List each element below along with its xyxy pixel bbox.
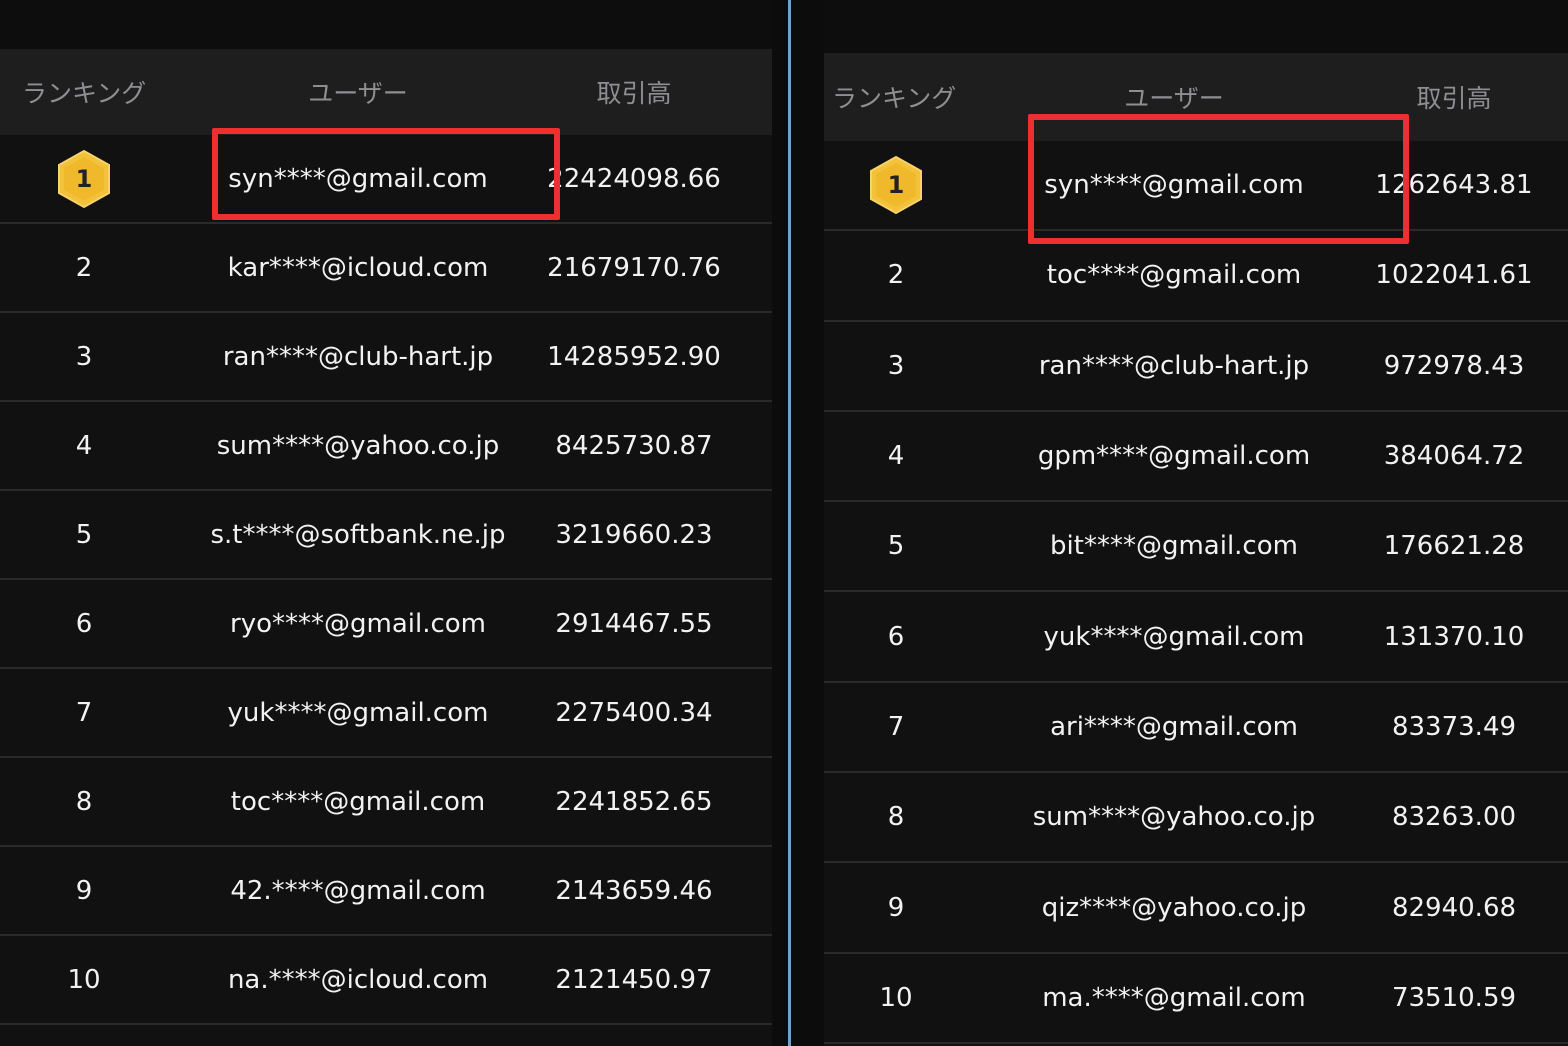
panel-divider <box>788 0 791 1046</box>
user-email: sum****@yahoo.co.jp <box>1032 802 1316 833</box>
table-row: 6 ryo****@gmail.com 2914467.55 <box>0 580 772 669</box>
rank-number: 9 <box>75 875 93 906</box>
rank-number: 5 <box>887 531 905 562</box>
table-header: ランキング ユーザー 取引高 <box>0 49 772 135</box>
trading-volume: 384064.72 <box>1383 441 1525 472</box>
user-email: ma.****@gmail.com <box>1042 982 1306 1013</box>
user-email: ran****@club-hart.jp <box>222 341 494 372</box>
table-row: 10 na.****@icloud.com 2121450.97 <box>0 936 772 1025</box>
left-ranking-panel: ランキング ユーザー 取引高 1 syn****@gmail.com 22424… <box>0 0 772 1046</box>
ranking-list: 1 syn****@gmail.com 22424098.66 2 kar***… <box>0 135 772 1025</box>
comparison-screenshot: ランキング ユーザー 取引高 1 syn****@gmail.com 22424… <box>0 0 1568 1046</box>
rank-header: ランキング <box>22 79 147 108</box>
user-email: syn****@gmail.com <box>1044 170 1304 201</box>
rank-header: ランキング <box>832 84 957 113</box>
top-strip <box>824 0 1568 53</box>
rank-number: 8 <box>887 802 905 833</box>
user-email: yuk****@gmail.com <box>1043 621 1305 652</box>
table-row: 8 toc****@gmail.com 2241852.65 <box>0 758 772 847</box>
trading-volume: 972978.43 <box>1383 350 1525 381</box>
trading-volume: 2241852.65 <box>555 786 713 817</box>
user-email: ryo****@gmail.com <box>230 608 486 639</box>
user-email: qiz****@yahoo.co.jp <box>1041 892 1307 923</box>
trading-volume: 2143659.46 <box>555 875 713 906</box>
rank-number: 3 <box>75 341 93 372</box>
rank-number: 5 <box>75 519 93 550</box>
rank-number: 3 <box>887 350 905 381</box>
table-row: 9 42.****@gmail.com 2143659.46 <box>0 847 772 936</box>
right-ranking-panel: ランキング ユーザー 取引高 1 syn****@gmail.com 12626… <box>824 0 1568 1046</box>
user-email: syn****@gmail.com <box>228 163 488 194</box>
trading-volume: 176621.28 <box>1383 531 1525 562</box>
trading-volume: 83373.49 <box>1391 711 1517 742</box>
top-strip <box>0 0 772 49</box>
table-row: 2 toc****@gmail.com 1022041.61 <box>824 231 1568 322</box>
user-email: toc****@gmail.com <box>1046 260 1302 291</box>
user-email: bit****@gmail.com <box>1050 531 1298 562</box>
rank-number: 10 <box>879 982 913 1013</box>
volume-header: 取引高 <box>1416 84 1492 113</box>
trading-volume: 2275400.34 <box>555 697 713 728</box>
rank-number: 4 <box>887 441 905 472</box>
trading-volume: 22424098.66 <box>547 163 721 194</box>
table-row: 9 qiz****@yahoo.co.jp 82940.68 <box>824 863 1568 954</box>
rank-number: 1 <box>75 164 93 193</box>
table-row: 7 ari****@gmail.com 83373.49 <box>824 683 1568 774</box>
trading-volume: 14285952.90 <box>547 341 721 372</box>
trading-volume: 2914467.55 <box>555 608 713 639</box>
rank-number: 2 <box>75 252 93 283</box>
rank-number: 7 <box>887 711 905 742</box>
user-header: ユーザー <box>308 79 408 108</box>
user-email: yuk****@gmail.com <box>227 697 489 728</box>
trading-volume: 2121450.97 <box>555 964 713 995</box>
user-email: gpm****@gmail.com <box>1037 441 1311 472</box>
user-email: kar****@icloud.com <box>227 252 489 283</box>
user-header: ユーザー <box>1124 84 1224 113</box>
ranking-list: 1 syn****@gmail.com 1262643.81 2 toc****… <box>824 141 1568 1044</box>
user-email: 42.****@gmail.com <box>230 875 486 906</box>
trading-volume: 1262643.81 <box>1375 170 1533 201</box>
table-row: 10 ma.****@gmail.com 73510.59 <box>824 954 1568 1044</box>
table-header: ランキング ユーザー 取引高 <box>824 53 1568 141</box>
trading-volume: 21679170.76 <box>547 252 721 283</box>
trading-volume: 3219660.23 <box>555 519 713 550</box>
trading-volume: 73510.59 <box>1391 982 1517 1013</box>
rank-number: 10 <box>67 964 101 995</box>
user-email: na.****@icloud.com <box>227 964 489 995</box>
table-row: 4 gpm****@gmail.com 384064.72 <box>824 412 1568 503</box>
gold-medal-icon: 1 <box>57 149 111 209</box>
table-row: 1 syn****@gmail.com 1262643.81 <box>824 141 1568 232</box>
table-row: 3 ran****@club-hart.jp 972978.43 <box>824 322 1568 412</box>
user-email: s.t****@softbank.ne.jp <box>210 519 506 550</box>
table-row: 5 s.t****@softbank.ne.jp 3219660.23 <box>0 491 772 580</box>
rank-number: 6 <box>887 621 905 652</box>
trading-volume: 131370.10 <box>1383 621 1525 652</box>
table-row: 7 yuk****@gmail.com 2275400.34 <box>0 669 772 758</box>
user-email: sum****@yahoo.co.jp <box>216 430 500 461</box>
user-email: toc****@gmail.com <box>230 786 486 817</box>
table-row: 5 bit****@gmail.com 176621.28 <box>824 502 1568 593</box>
rank-number: 7 <box>75 697 93 728</box>
trading-volume: 83263.00 <box>1391 802 1517 833</box>
user-email: ari****@gmail.com <box>1050 711 1298 742</box>
table-row: 2 kar****@icloud.com 21679170.76 <box>0 224 772 313</box>
rank-number: 8 <box>75 786 93 817</box>
table-row: 4 sum****@yahoo.co.jp 8425730.87 <box>0 402 772 491</box>
trading-volume: 8425730.87 <box>555 430 713 461</box>
trading-volume: 1022041.61 <box>1375 260 1533 291</box>
table-row: 8 sum****@yahoo.co.jp 83263.00 <box>824 773 1568 864</box>
gold-medal-icon: 1 <box>869 155 923 215</box>
rank-number: 4 <box>75 430 93 461</box>
trading-volume: 82940.68 <box>1391 892 1517 923</box>
volume-header: 取引高 <box>596 79 672 108</box>
table-row: 1 syn****@gmail.com 22424098.66 <box>0 135 772 224</box>
rank-number: 2 <box>887 260 905 291</box>
rank-number: 1 <box>887 171 905 200</box>
rank-number: 9 <box>887 892 905 923</box>
table-row: 3 ran****@club-hart.jp 14285952.90 <box>0 313 772 402</box>
user-email: ran****@club-hart.jp <box>1038 350 1310 381</box>
rank-number: 6 <box>75 608 93 639</box>
table-row: 6 yuk****@gmail.com 131370.10 <box>824 592 1568 683</box>
